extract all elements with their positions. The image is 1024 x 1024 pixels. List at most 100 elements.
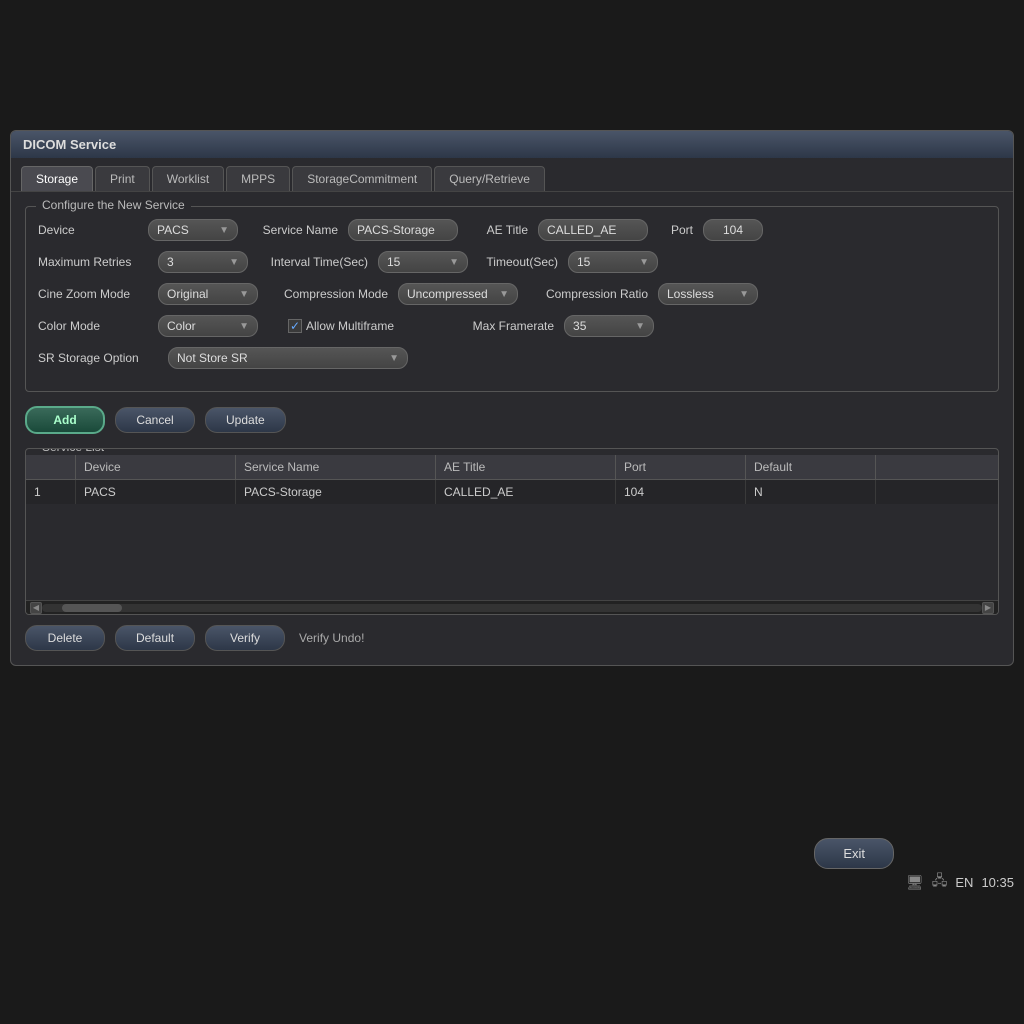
max-framerate-label: Max Framerate [464,319,554,333]
timeout-arrow-icon: ▼ [639,257,649,268]
tab-query-retrieve[interactable]: Query/Retrieve [434,166,545,191]
content-area: Configure the New Service Device PACS ▼ … [11,192,1013,665]
cine-zoom-dropdown[interactable]: Original ▼ [158,283,258,305]
col-service-name: Service Name [236,455,436,479]
col-ae-title: AE Title [436,455,616,479]
interval-time-dropdown[interactable]: 15 ▼ [378,251,468,273]
verify-button[interactable]: Verify [205,625,285,651]
timeout-value: 15 [577,255,590,269]
cine-zoom-label: Cine Zoom Mode [38,287,148,301]
ae-title-input[interactable]: CALLED_AE [538,219,648,241]
sr-storage-arrow-icon: ▼ [389,353,399,364]
language-display: EN [955,875,973,890]
max-retries-dropdown[interactable]: 3 ▼ [158,251,248,273]
bottom-buttons-row: Delete Default Verify Verify Undo! [25,625,999,651]
checkmark-icon: ✓ [290,319,300,333]
compression-ratio-value: Lossless [667,287,714,301]
ae-title-label: AE Title [468,223,528,237]
form-row-3: Cine Zoom Mode Original ▼ Compression Mo… [38,283,986,305]
device-value: PACS [157,223,189,237]
col-index [26,455,76,479]
configure-section: Configure the New Service Device PACS ▼ … [25,206,999,392]
port-label: Port [658,223,693,237]
color-mode-arrow-icon: ▼ [239,321,249,332]
table-header: Device Service Name AE Title Port Defaul… [26,455,998,480]
service-list-inner: Device Service Name AE Title Port Defaul… [26,455,998,614]
compression-ratio-arrow-icon: ▼ [739,289,749,300]
horizontal-scrollbar[interactable]: ◀ ▶ [26,600,998,614]
timeout-label: Timeout(Sec) [478,255,558,269]
col-device: Device [76,455,236,479]
service-list-title: Service List [36,448,110,454]
monitor-icon: 🖥 [906,874,924,891]
max-retries-label: Maximum Retries [38,255,148,269]
device-arrow-icon: ▼ [219,225,229,236]
color-mode-dropdown[interactable]: Color ▼ [158,315,258,337]
max-retries-arrow-icon: ▼ [229,257,239,268]
compression-mode-dropdown[interactable]: Uncompressed ▼ [398,283,518,305]
status-bar: 🖥 🖧 EN 10:35 [906,870,1014,894]
scrollbar-thumb [62,604,122,612]
scroll-right-btn[interactable]: ▶ [982,602,994,614]
allow-multiframe-label: Allow Multiframe [306,319,394,333]
configure-section-title: Configure the New Service [36,198,191,212]
exit-button[interactable]: Exit [814,838,894,869]
tab-storage-commitment[interactable]: StorageCommitment [292,166,432,191]
form-row-4: Color Mode Color ▼ ✓ Allow Multiframe Ma… [38,315,986,337]
sr-storage-dropdown[interactable]: Not Store SR ▼ [168,347,408,369]
row-device: PACS [76,480,236,504]
interval-time-value: 15 [387,255,400,269]
action-buttons-row: Add Cancel Update [25,406,999,434]
color-mode-value: Color [167,319,196,333]
compression-ratio-dropdown[interactable]: Lossless ▼ [658,283,758,305]
time-display: 10:35 [981,875,1014,890]
device-dropdown[interactable]: PACS ▼ [148,219,238,241]
cancel-button[interactable]: Cancel [115,407,195,433]
max-retries-value: 3 [167,255,174,269]
table-body: 1 PACS PACS-Storage CALLED_AE 104 N [26,480,998,600]
form-row-5: SR Storage Option Not Store SR ▼ [38,347,986,369]
interval-time-arrow-icon: ▼ [449,257,459,268]
tabs-container: Storage Print Worklist MPPS StorageCommi… [11,158,1013,192]
tab-mpps[interactable]: MPPS [226,166,290,191]
update-button[interactable]: Update [205,407,286,433]
cine-zoom-value: Original [167,287,208,301]
color-mode-label: Color Mode [38,319,148,333]
col-port: Port [616,455,746,479]
col-default: Default [746,455,876,479]
sr-storage-value: Not Store SR [177,351,248,365]
table-row[interactable]: 1 PACS PACS-Storage CALLED_AE 104 N [26,480,998,504]
window-title-bar: DICOM Service [11,131,1013,158]
service-list-section: Service List Device Service Name AE Titl… [25,448,999,615]
port-input[interactable]: 104 [703,219,763,241]
service-name-input[interactable]: PACS-Storage [348,219,458,241]
max-framerate-arrow-icon: ▼ [635,321,645,332]
compression-mode-arrow-icon: ▼ [499,289,509,300]
compression-mode-label: Compression Mode [268,287,388,301]
tab-storage[interactable]: Storage [21,166,93,191]
add-button[interactable]: Add [25,406,105,434]
delete-button[interactable]: Delete [25,625,105,651]
default-button[interactable]: Default [115,625,195,651]
max-framerate-value: 35 [573,319,586,333]
row-default: N [746,480,876,504]
max-framerate-dropdown[interactable]: 35 ▼ [564,315,654,337]
device-label: Device [38,223,138,237]
row-port: 104 [616,480,746,504]
cine-zoom-arrow-icon: ▼ [239,289,249,300]
service-name-label: Service Name [248,223,338,237]
interval-time-label: Interval Time(Sec) [258,255,368,269]
scroll-left-btn[interactable]: ◀ [30,602,42,614]
network-icon: 🖧 [932,870,948,894]
allow-multiframe-checkbox[interactable]: ✓ [288,319,302,333]
row-service-name: PACS-Storage [236,480,436,504]
compression-ratio-label: Compression Ratio [528,287,648,301]
tab-worklist[interactable]: Worklist [152,166,224,191]
port-value: 104 [723,223,743,237]
sr-storage-label: SR Storage Option [38,351,158,365]
compression-mode-value: Uncompressed [407,287,488,301]
timeout-dropdown[interactable]: 15 ▼ [568,251,658,273]
row-ae-title: CALLED_AE [436,480,616,504]
tab-print[interactable]: Print [95,166,150,191]
service-name-value: PACS-Storage [357,223,435,237]
